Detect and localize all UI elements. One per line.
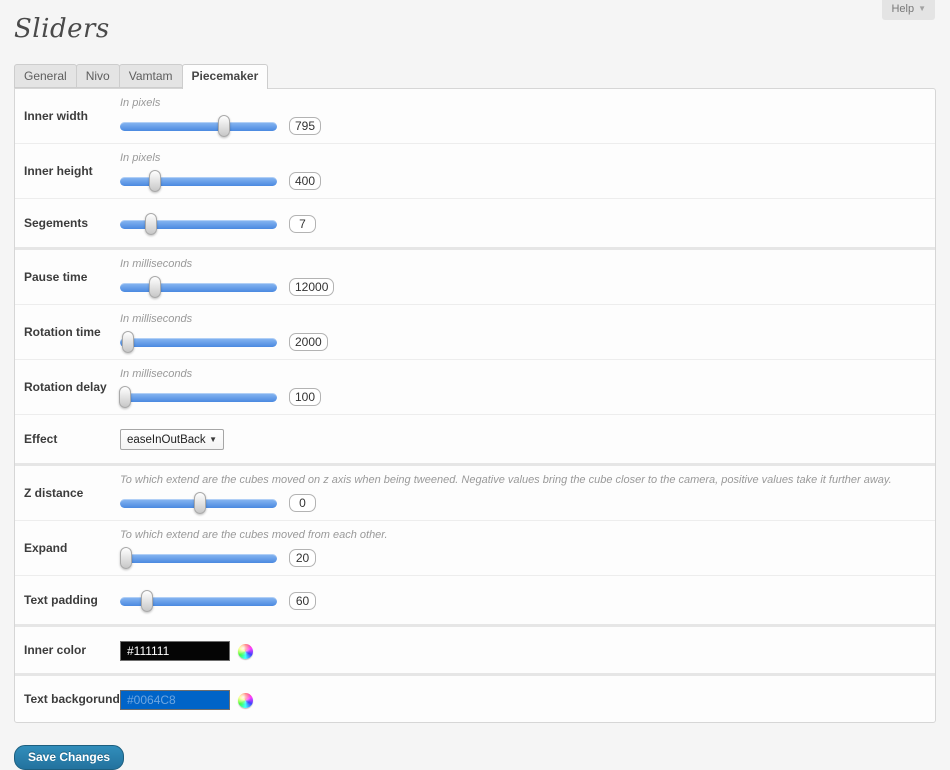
save-changes-button[interactable]: Save Changes xyxy=(14,745,124,770)
setting-label: Text padding xyxy=(15,576,120,624)
page: Sliders GeneralNivoVamtamPiecemaker Inne… xyxy=(0,0,950,770)
help-label: Help xyxy=(891,3,914,15)
settings-panel: Inner width In pixels 795 Inner height I… xyxy=(14,88,936,723)
color-input[interactable] xyxy=(120,690,230,710)
setting-row-inner-color: Inner color xyxy=(15,624,935,673)
tab-vamtam[interactable]: Vamtam xyxy=(119,64,183,88)
slider-value-input[interactable]: 795 xyxy=(289,117,321,135)
setting-row-inner-width: Inner width In pixels 795 xyxy=(15,89,935,143)
setting-row-effect: Effect easeInOutBack ▼ xyxy=(15,414,935,463)
slider-handle[interactable] xyxy=(149,276,161,298)
setting-description: To which extend are the cubes moved from… xyxy=(120,529,923,541)
setting-description: In milliseconds xyxy=(120,368,923,380)
setting-description: In pixels xyxy=(120,152,923,164)
slider[interactable] xyxy=(120,331,277,353)
setting-row-z-distance: Z distance To which extend are the cubes… xyxy=(15,463,935,520)
slider-handle[interactable] xyxy=(122,331,134,353)
slider[interactable] xyxy=(120,492,277,514)
slider-value-input[interactable]: 60 xyxy=(289,592,316,610)
slider[interactable] xyxy=(120,115,277,137)
slider[interactable] xyxy=(120,170,277,192)
slider-value-input[interactable]: 7 xyxy=(289,215,316,233)
slider-value-input[interactable]: 400 xyxy=(289,172,321,190)
color-wheel-icon[interactable] xyxy=(238,693,253,708)
setting-label: Segements xyxy=(15,199,120,247)
tab-piecemaker[interactable]: Piecemaker xyxy=(182,64,269,89)
setting-label: Rotation delay xyxy=(15,360,120,414)
slider-track[interactable] xyxy=(120,122,277,131)
slider-track[interactable] xyxy=(120,338,277,347)
setting-description: In milliseconds xyxy=(120,313,923,325)
setting-label: Pause time xyxy=(15,250,120,304)
setting-label: Expand xyxy=(15,521,120,575)
slider-track[interactable] xyxy=(120,554,277,563)
slider-handle[interactable] xyxy=(120,547,132,569)
slider-handle[interactable] xyxy=(194,492,206,514)
chevron-down-icon: ▼ xyxy=(209,435,217,444)
help-button[interactable]: Help ▼ xyxy=(882,0,935,20)
slider-value-input[interactable]: 100 xyxy=(289,388,321,406)
effect-select-value: easeInOutBack xyxy=(127,434,206,446)
tab-nivo[interactable]: Nivo xyxy=(76,64,120,88)
slider[interactable] xyxy=(120,547,277,569)
chevron-down-icon: ▼ xyxy=(918,4,926,13)
color-wheel-icon[interactable] xyxy=(238,644,253,659)
setting-description: In milliseconds xyxy=(120,258,923,270)
slider-value-input[interactable]: 12000 xyxy=(289,278,334,296)
setting-label: Text backgorund xyxy=(15,676,120,722)
setting-label: Inner color xyxy=(15,627,120,673)
setting-description: To which extend are the cubes moved on z… xyxy=(120,474,923,486)
setting-label: Z distance xyxy=(15,466,120,520)
slider-track[interactable] xyxy=(120,177,277,186)
tab-general[interactable]: General xyxy=(14,64,77,88)
setting-row-rotation-delay: Rotation delay In milliseconds 100 xyxy=(15,359,935,414)
slider[interactable] xyxy=(120,213,277,235)
slider-track[interactable] xyxy=(120,393,277,402)
color-input[interactable] xyxy=(120,641,230,661)
slider-handle[interactable] xyxy=(141,590,153,612)
setting-row-text-backgorund: Text backgorund xyxy=(15,673,935,722)
setting-label: Inner width xyxy=(15,89,120,143)
setting-row-text-padding: Text padding 60 xyxy=(15,575,935,624)
slider[interactable] xyxy=(120,276,277,298)
slider-track[interactable] xyxy=(120,283,277,292)
slider-track[interactable] xyxy=(120,220,277,229)
setting-row-rotation-time: Rotation time In milliseconds 2000 xyxy=(15,304,935,359)
setting-label: Rotation time xyxy=(15,305,120,359)
setting-label: Effect xyxy=(15,415,120,463)
slider-value-input[interactable]: 2000 xyxy=(289,333,328,351)
slider-handle[interactable] xyxy=(119,386,131,408)
slider-value-input[interactable]: 0 xyxy=(289,494,316,512)
tab-bar: GeneralNivoVamtamPiecemaker xyxy=(14,64,936,88)
setting-description: In pixels xyxy=(120,97,923,109)
slider-handle[interactable] xyxy=(218,115,230,137)
slider-handle[interactable] xyxy=(145,213,157,235)
setting-label: Inner height xyxy=(15,144,120,198)
effect-select[interactable]: easeInOutBack ▼ xyxy=(120,429,224,450)
setting-row-inner-height: Inner height In pixels 400 xyxy=(15,143,935,198)
setting-row-pause-time: Pause time In milliseconds 12000 xyxy=(15,247,935,304)
slider-value-input[interactable]: 20 xyxy=(289,549,316,567)
page-title: Sliders xyxy=(14,14,936,44)
slider[interactable] xyxy=(120,386,277,408)
slider-handle[interactable] xyxy=(149,170,161,192)
slider[interactable] xyxy=(120,590,277,612)
setting-row-expand: Expand To which extend are the cubes mov… xyxy=(15,520,935,575)
setting-row-segements: Segements 7 xyxy=(15,198,935,247)
